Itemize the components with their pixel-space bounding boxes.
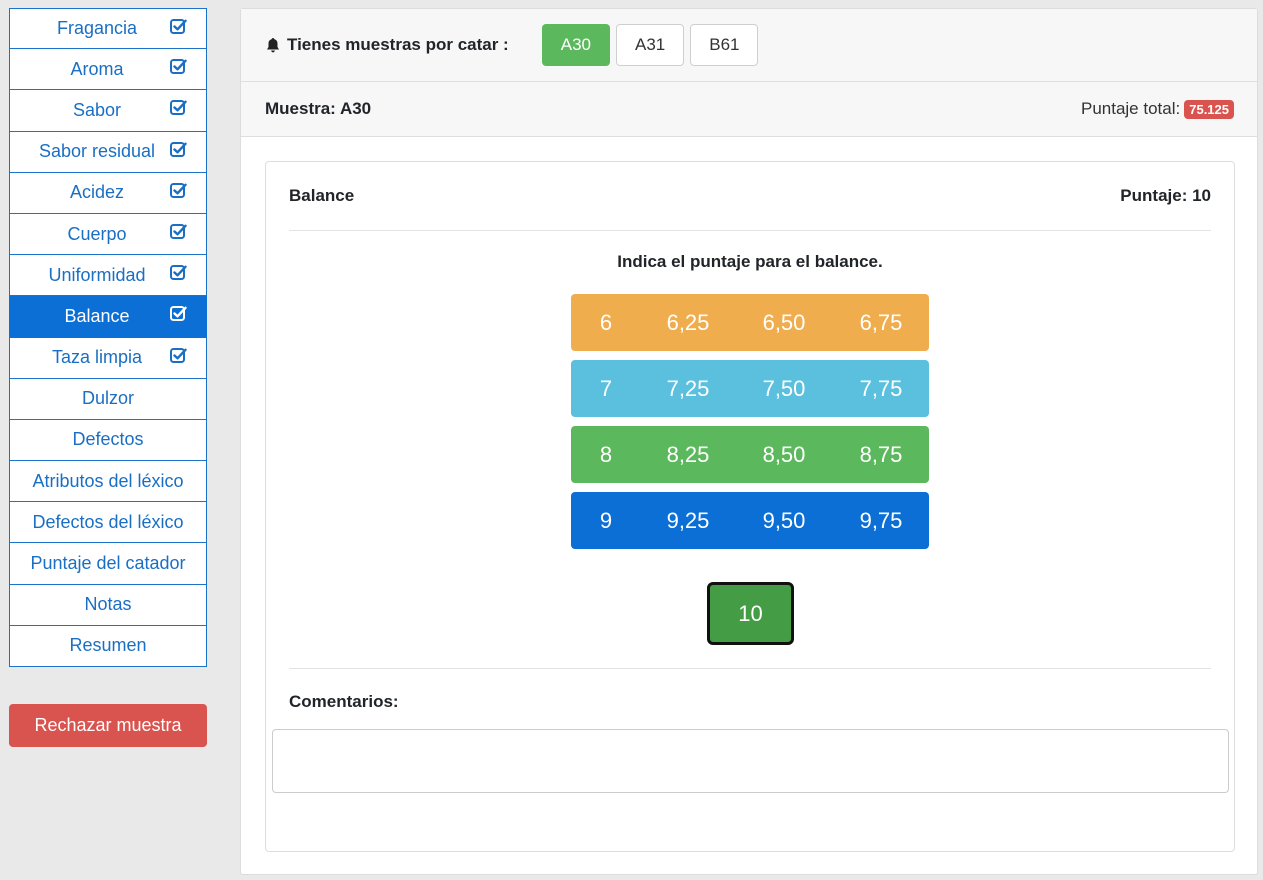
checked-icon: [170, 347, 187, 363]
score-option-6-25[interactable]: 6,25: [667, 310, 710, 336]
sidebar-item-label: Cuerpo: [67, 223, 127, 244]
divider: [289, 668, 1211, 669]
score-option-7-25[interactable]: 7,25: [667, 376, 710, 402]
sample-header: Muestra: A30 Puntaje total: 75.125: [241, 82, 1257, 137]
sample-button-b61[interactable]: B61: [690, 24, 759, 66]
score-option-8-50[interactable]: 8,50: [763, 442, 806, 468]
score-instruction: Indica el puntaje para el balance.: [617, 252, 883, 271]
sample-title: Muestra: A30: [265, 99, 372, 118]
sidebar-item-label: Resumen: [69, 635, 147, 656]
sidebar-item-label: Sabor: [72, 99, 122, 120]
sidebar-item-label: Puntaje del catador: [30, 553, 186, 574]
sidebar-item-uniformidad[interactable]: Uniformidad: [9, 255, 207, 297]
sidebar-item-label: Taza limpia: [51, 347, 143, 368]
sidebar-item-taza-limpia[interactable]: Taza limpia: [9, 337, 207, 379]
score-option-7-75[interactable]: 7,75: [860, 376, 903, 402]
sidebar-item-resumen[interactable]: Resumen: [9, 625, 207, 667]
sidebar-item-fragancia[interactable]: Fragancia: [9, 8, 207, 50]
sidebar: Fragancia Aroma Sabor Sabor residual Acidez C…: [9, 8, 207, 667]
sidebar-item-label: Fragancia: [56, 18, 138, 39]
sidebar-item-notas[interactable]: Notas: [9, 584, 207, 626]
sidebar-item-defectos-del-léxico[interactable]: Defectos del léxico: [9, 502, 207, 544]
checked-icon: [170, 223, 187, 239]
score-option-9-25[interactable]: 9,25: [667, 508, 710, 534]
score-option-6[interactable]: 6: [600, 310, 612, 336]
attribute-card: Balance Puntaje: 10 Indica el puntaje pa…: [265, 161, 1235, 852]
sidebar-item-balance[interactable]: Balance: [9, 296, 207, 338]
sidebar-item-label: Defectos del léxico: [32, 511, 184, 532]
score-option-9[interactable]: 9: [600, 508, 612, 534]
sample-button-a31[interactable]: A31: [615, 24, 685, 66]
sidebar-item-label: Uniformidad: [48, 264, 146, 285]
sidebar-item-puntaje-del-catador[interactable]: Puntaje del catador: [9, 543, 207, 585]
attribute-score: Puntaje: 10: [1120, 186, 1211, 205]
score-option-8[interactable]: 8: [600, 442, 612, 468]
sidebar-item-sabor[interactable]: Sabor: [9, 90, 207, 132]
score-option-7-50[interactable]: 7,50: [763, 376, 806, 402]
total-score: Puntaje total: 75.125: [1081, 99, 1234, 119]
sidebar-item-sabor-residual[interactable]: Sabor residual: [9, 131, 207, 173]
score-option-10[interactable]: 10: [707, 582, 794, 645]
sidebar-item-acidez[interactable]: Acidez: [9, 172, 207, 214]
score-option-9-75[interactable]: 9,75: [860, 508, 903, 534]
bell-icon: [267, 37, 279, 52]
sidebar-item-label: Atributos del léxico: [32, 470, 184, 491]
score-row: 7 7,25 7,50 7,75: [571, 360, 929, 417]
sidebar-item-label: Dulzor: [81, 388, 134, 409]
sidebar-item-atributos-del-léxico[interactable]: Atributos del léxico: [9, 461, 207, 503]
attribute-card-header: Balance Puntaje: 10: [289, 162, 1211, 231]
score-option-9-50[interactable]: 9,50: [763, 508, 806, 534]
score-option-8-75[interactable]: 8,75: [860, 442, 903, 468]
sidebar-item-defectos[interactable]: Defectos: [9, 419, 207, 462]
score-row: 6 6,25 6,50 6,75: [571, 294, 929, 351]
score-row: 9 9,25 9,50 9,75: [571, 492, 929, 549]
score-option-7[interactable]: 7: [600, 376, 612, 402]
checked-icon: [170, 182, 187, 198]
score-option-6-50[interactable]: 6,50: [763, 310, 806, 336]
sidebar-item-label: Notas: [84, 594, 132, 615]
sidebar-item-cuerpo[interactable]: Cuerpo: [9, 213, 207, 256]
checked-icon: [170, 100, 187, 116]
checked-icon: [170, 59, 187, 75]
sidebar-item-dulzor[interactable]: Dulzor: [9, 378, 207, 420]
pending-samples-label: Tienes muestras por catar :: [287, 35, 509, 54]
sidebar-item-label: Sabor residual: [38, 141, 156, 162]
comments-textarea[interactable]: [272, 729, 1229, 793]
main-panel: Tienes muestras por catar : A30 A31 B61 Mu…: [240, 8, 1258, 875]
comments-label: Comentarios:: [289, 692, 399, 711]
total-score-badge: 75.125: [1184, 99, 1234, 119]
sidebar-item-label: Acidez: [69, 182, 125, 203]
checked-icon: [170, 265, 187, 281]
sidebar-item-label: Aroma: [70, 58, 124, 79]
sidebar-item-aroma[interactable]: Aroma: [9, 49, 207, 91]
total-score-label: Puntaje total:: [1080, 99, 1181, 118]
sidebar-item-label: Defectos: [72, 429, 144, 450]
pending-samples-bar: Tienes muestras por catar : A30 A31 B61: [241, 9, 1257, 82]
checked-icon: [170, 19, 187, 34]
checked-icon: [170, 141, 187, 157]
attribute-title: Balance: [289, 186, 355, 205]
score-row: 8 8,25 8,50 8,75: [571, 426, 929, 483]
checked-icon: [170, 306, 187, 322]
score-option-6-75[interactable]: 6,75: [860, 310, 903, 336]
sample-button-a30[interactable]: A30: [541, 24, 610, 66]
sidebar-item-label: Balance: [64, 305, 130, 326]
reject-sample-button[interactable]: Rechazar muestra: [9, 704, 207, 747]
score-option-8-25[interactable]: 8,25: [667, 442, 710, 468]
sample-buttons: A30 A31 B61: [541, 24, 765, 66]
